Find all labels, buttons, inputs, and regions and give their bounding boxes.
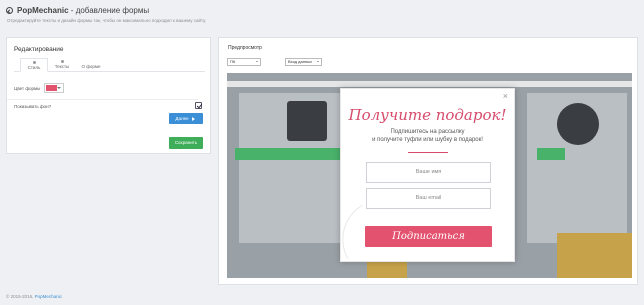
- preview-product-image: [287, 101, 327, 141]
- device-select[interactable]: ПК: [227, 58, 261, 66]
- page-subtitle: Отредактируйте тексты и дизайн формы так…: [7, 18, 207, 23]
- footer-link[interactable]: PopMechanic: [35, 294, 62, 299]
- chevron-down-icon: [256, 61, 258, 63]
- popup-title: Получите подарок!: [348, 106, 507, 124]
- editor-title: Редактирование: [14, 46, 64, 53]
- show-background-checkbox[interactable]: [195, 102, 202, 109]
- form-color-label: Цвет формы: [14, 86, 41, 91]
- email-input[interactable]: Ваш email: [366, 188, 491, 209]
- popup-description: Подпишитесь на рассылку и получите туфли…: [372, 129, 483, 143]
- chevron-down-icon: [57, 87, 61, 91]
- back-icon[interactable]: [6, 7, 13, 14]
- form-color-picker[interactable]: [44, 83, 64, 93]
- subscription-popup: × Получите подарок! Подпишитесь на рассы…: [327, 88, 515, 262]
- chevron-down-icon: [317, 61, 319, 63]
- save-button[interactable]: Сохранить: [169, 137, 203, 149]
- texts-icon: [60, 60, 64, 63]
- style-icon: [32, 61, 36, 64]
- preview-site-header: [227, 81, 632, 87]
- preview-product-image: [557, 103, 599, 145]
- name-input[interactable]: Ваше имя: [366, 162, 491, 183]
- subscribe-button[interactable]: Подписаться: [365, 226, 492, 247]
- tab-texts[interactable]: Тексты: [48, 58, 76, 72]
- arrow-right-icon: [191, 116, 197, 121]
- color-swatch: [46, 85, 57, 91]
- preview-title: Предпросмотр: [228, 45, 262, 51]
- preview-green-button: [235, 148, 340, 160]
- show-background-label: Показывать фон?: [14, 104, 52, 109]
- page-title: PopMechanic - добавление формы: [17, 6, 150, 15]
- footer: © 2015-2016, PopMechanic: [6, 294, 62, 299]
- editor-tabs: Стиль Тексты О форме: [14, 58, 205, 72]
- close-icon[interactable]: ×: [503, 92, 508, 101]
- divider: [408, 152, 448, 153]
- preview-product-image: [557, 233, 632, 278]
- preview-green-button: [537, 148, 565, 160]
- divider: [7, 99, 198, 100]
- tab-style[interactable]: Стиль: [20, 58, 48, 72]
- page-header: PopMechanic - добавление формы Отредакти…: [6, 6, 206, 23]
- next-button[interactable]: Далее: [169, 113, 203, 124]
- trigger-select[interactable]: Вход данных: [285, 58, 322, 66]
- tab-about-form[interactable]: О форме: [76, 58, 106, 72]
